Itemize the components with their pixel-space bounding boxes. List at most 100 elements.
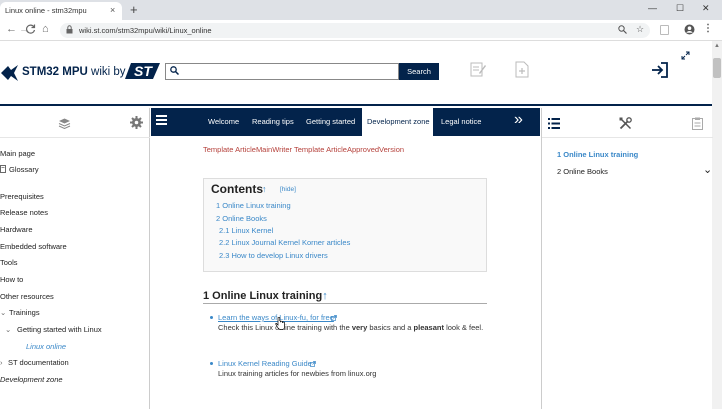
- lock-icon: [66, 25, 73, 36]
- profile-icon[interactable]: [684, 24, 695, 38]
- books-icon[interactable]: [58, 118, 71, 131]
- browser-tab-title: Linux online - stm32mpu: [5, 6, 87, 15]
- chevron-right-icon[interactable]: ›: [0, 358, 3, 367]
- nav-st-documentation[interactable]: ST documentation: [8, 358, 69, 367]
- section-divider: [203, 303, 487, 304]
- tab-getting-started[interactable]: Getting started: [306, 108, 355, 136]
- table-of-contents: Contents ↑ [hide] 1 Online Linux trainin…: [203, 178, 487, 272]
- edit-page-icon[interactable]: [470, 61, 486, 79]
- site-header: STM32 MPU wiki by ST Search: [0, 41, 712, 106]
- template-categories[interactable]: Template ArticleMainWriter Template Arti…: [203, 145, 404, 154]
- close-window-button[interactable]: ✕: [702, 3, 710, 14]
- header-divider: [0, 104, 712, 106]
- nav-how-to[interactable]: How to: [0, 275, 23, 284]
- gear-icon[interactable]: [130, 116, 143, 131]
- left-sidebar-toolbar: [0, 108, 150, 138]
- list-bullet: [210, 362, 213, 365]
- toc-item[interactable]: 2 Online Books: [216, 214, 267, 223]
- main-content: Template ArticleMainWriter Template Arti…: [151, 136, 540, 409]
- tab-reading-tips[interactable]: Reading tips: [252, 108, 294, 136]
- page-scrollbar[interactable]: ▲: [712, 41, 722, 409]
- scroll-up-arrow-icon[interactable]: ▲: [714, 43, 720, 49]
- search-input[interactable]: [182, 65, 392, 78]
- external-link-icon: [310, 360, 316, 369]
- search-button[interactable]: Search: [399, 63, 439, 80]
- toc-item[interactable]: 2.1 Linux Kernel: [219, 226, 273, 235]
- nav-getting-started-with-linux[interactable]: Getting started with Linux: [17, 325, 102, 334]
- zoom-icon[interactable]: [618, 25, 627, 36]
- reload-icon: [26, 24, 36, 34]
- st-logo-icon[interactable]: ST: [125, 62, 161, 82]
- link-description: Check this Linux online training with th…: [218, 323, 483, 332]
- nav-other-resources[interactable]: Other resources: [0, 292, 54, 301]
- tools-icon[interactable]: [619, 117, 632, 132]
- expand-icon[interactable]: [681, 51, 690, 62]
- logo-name: STM32 MPU: [22, 66, 88, 78]
- desc-bold: very: [351, 323, 368, 332]
- right-sidebar: 1 Online Linux training 2 Online Books ⌄: [541, 108, 713, 409]
- new-page-icon[interactable]: [515, 61, 529, 80]
- toc-hide-link[interactable]: [hide]: [280, 186, 296, 193]
- toc-title: Contents: [211, 182, 263, 196]
- nav-linux-online[interactable]: Linux online: [26, 342, 66, 351]
- nav-main-page[interactable]: Main page: [0, 149, 35, 158]
- scrollbar-thumb[interactable]: [713, 58, 721, 78]
- section-heading-text: 1 Online Linux training: [203, 290, 323, 302]
- nav-embedded-software[interactable]: Embedded software: [0, 242, 67, 251]
- site-logo-text[interactable]: STM32 MPU wiki by: [22, 66, 126, 78]
- chevron-down-icon[interactable]: ⌄: [0, 308, 6, 317]
- st-butterfly-logo-icon[interactable]: [0, 63, 20, 85]
- minimize-window-button[interactable]: —: [648, 3, 657, 13]
- nav-trainings[interactable]: Trainings: [9, 308, 40, 317]
- nav-hardware[interactable]: Hardware: [0, 225, 33, 234]
- browser-tab[interactable]: Linux online - stm32mpu ×: [0, 2, 122, 20]
- left-sidebar: Main page Glossary Prerequisites Release…: [0, 108, 150, 409]
- back-button[interactable]: ←: [6, 23, 17, 35]
- svg-text:ST: ST: [134, 63, 153, 79]
- external-link-icon: [331, 314, 337, 323]
- clipboard-icon[interactable]: [692, 117, 703, 132]
- new-tab-button[interactable]: +: [130, 2, 138, 17]
- toc-item[interactable]: 2.3 How to develop Linux drivers: [219, 251, 328, 260]
- tab-development-zone[interactable]: Development zone: [362, 108, 433, 136]
- reload-button[interactable]: [26, 24, 36, 37]
- address-bar[interactable]: wiki.st.com/stm32mpu/wiki/Linux_online ☆: [60, 23, 650, 38]
- maximize-window-button[interactable]: ☐: [676, 3, 684, 14]
- list-bullet: [210, 316, 213, 319]
- home-button[interactable]: ⌂: [42, 23, 49, 35]
- section-up-arrow-icon[interactable]: ↑: [322, 290, 328, 302]
- link-description: Linux training articles for newbies from…: [218, 369, 377, 378]
- top-navigation-bar: Welcome Reading tips Getting started Dev…: [151, 108, 540, 136]
- chevron-down-icon[interactable]: ⌄: [5, 325, 11, 334]
- toc-up-arrow-icon[interactable]: ↑: [262, 184, 267, 194]
- nav-release-notes[interactable]: Release notes: [0, 208, 48, 217]
- url-text: wiki.st.com/stm32mpu/wiki/Linux_online: [79, 26, 212, 35]
- nav-tools[interactable]: Tools: [0, 258, 18, 267]
- hand-cursor-icon: [275, 316, 285, 332]
- right-sidebar-toolbar: [542, 108, 713, 138]
- desc-bold: pleasant: [413, 323, 444, 332]
- toc-item[interactable]: 1 Online Linux training: [216, 201, 291, 210]
- toc-item[interactable]: 2.2 Linux Journal Kernel Korner articles: [219, 238, 350, 247]
- nav-prerequisites[interactable]: Prerequisites: [0, 192, 44, 201]
- logo-suffix: wiki by: [87, 66, 126, 78]
- login-icon[interactable]: [651, 61, 669, 81]
- more-tabs-icon[interactable]: »: [514, 108, 523, 136]
- browser-menu-icon[interactable]: ⋮: [703, 23, 713, 34]
- chevron-down-icon[interactable]: ⌄: [703, 163, 712, 176]
- tab-legal-notice[interactable]: Legal notice: [441, 108, 481, 136]
- nav-glossary[interactable]: Glossary: [9, 165, 39, 174]
- extension-icon[interactable]: [660, 25, 669, 35]
- right-toc-item-active[interactable]: 1 Online Linux training: [557, 150, 638, 159]
- tab-welcome[interactable]: Welcome: [208, 108, 239, 136]
- right-toc-item[interactable]: 2 Online Books: [557, 167, 608, 176]
- browser-toolbar: ← → ⌂ wiki.st.com/stm32mpu/wiki/Linux_on…: [0, 20, 722, 41]
- toc-list-icon[interactable]: [548, 118, 560, 131]
- section-heading: 1 Online Linux training↑: [203, 290, 328, 302]
- nav-development-zone[interactable]: Development zone: [0, 375, 63, 384]
- bookmark-star-icon[interactable]: ☆: [636, 24, 644, 35]
- external-link[interactable]: Linux Kernel Reading Guide: [218, 359, 312, 368]
- close-tab-icon[interactable]: ×: [110, 5, 115, 15]
- desc-text: basics and a: [367, 323, 414, 332]
- hamburger-menu-icon[interactable]: [156, 115, 167, 127]
